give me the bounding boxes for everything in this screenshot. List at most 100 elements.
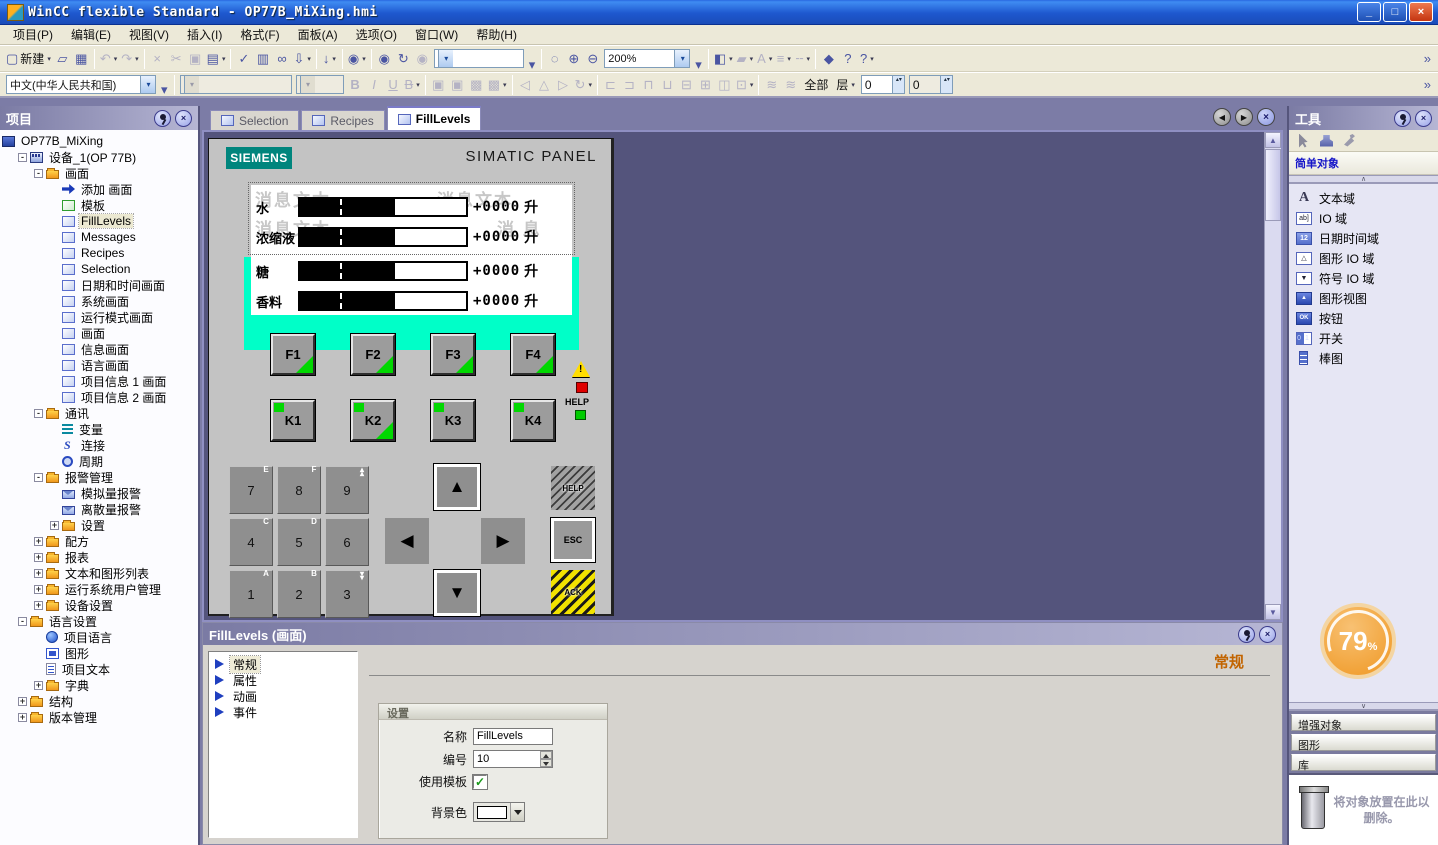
find-prev-button[interactable]: ◉ [413,48,432,69]
toolbar-button[interactable] [371,49,372,69]
tree-item-system-screen[interactable]: 系统画面 [0,293,198,309]
cut-button[interactable]: ✂ [167,48,186,69]
section-enhanced-objects[interactable]: 增强对象 [1291,714,1436,731]
chevron-down-icon[interactable] [510,803,524,821]
tree-expander-icon[interactable]: + [34,681,43,690]
help-button[interactable]: ? [838,48,857,69]
find-button[interactable]: ◉▾ [346,48,368,69]
tree-item-recipes-folder[interactable]: + 配方 [0,533,198,549]
start-runtime-button[interactable]: ▥ [253,48,272,69]
toolbar-button[interactable] [144,49,145,69]
tree-item-recipes[interactable]: Recipes [0,245,198,261]
toolbar-button[interactable] [230,49,231,69]
save-button[interactable]: ▦ [72,48,91,69]
close-icon[interactable]: × [1415,110,1432,127]
flip-vertical-button[interactable]: △ [535,74,554,95]
tool-graphic-view[interactable]: ▲ 图形视图 [1289,288,1438,308]
align-right-button[interactable]: ⊐ [620,74,639,95]
tool-bar-graph[interactable]: 棒图 [1289,348,1438,368]
toolbar-button[interactable]: ▾ [158,83,171,96]
language-combo[interactable]: 中文(中华人民共和国)▾ [6,75,156,94]
toolbar-button[interactable]: ▾ [526,58,539,71]
toolbar-button[interactable] [174,75,175,95]
paste-button[interactable]: ▤▾ [205,48,228,69]
ungroup-button[interactable]: ▣ [448,74,467,95]
transfer-button[interactable]: ⇩▾ [291,48,312,69]
tree-item-runtime-user-admin[interactable]: + 运行系统用户管理 [0,581,198,597]
close-icon[interactable]: × [1259,626,1276,643]
toolbar-button[interactable] [316,49,317,69]
italic-button[interactable]: I [365,74,384,95]
tree-item-alarm-settings[interactable]: + 设置 [0,517,198,533]
tree-item-text-graphic-lists[interactable]: + 文本和图形列表 [0,565,198,581]
layer-down-button[interactable]: ≋ [781,74,800,95]
tool-datetime-field[interactable]: 12 日期时间域 [1289,228,1438,248]
underline-button[interactable]: U [384,74,403,95]
tree-item-datetime-screen[interactable]: 日期和时间画面 [0,277,198,293]
toolbar-button[interactable] [758,75,759,95]
same-size-button[interactable]: ⊡▾ [734,74,755,95]
section-library[interactable]: 库 [1291,754,1436,771]
toolbar-button[interactable] [815,49,816,69]
layer-up-button[interactable]: ≋ [762,74,781,95]
screen-editor[interactable]: SIEMENS SIMATIC PANEL 消息文本消息文本消息文本消 息 水 … [202,130,1283,622]
tree-expander-icon[interactable]: - [34,169,43,178]
toolbar-button[interactable] [541,49,542,69]
screen-name-input[interactable]: FillLevels [473,728,553,745]
whats-this-button[interactable]: ?▾ [857,48,876,69]
toolbar-overflow-button[interactable]: » [1424,52,1434,65]
tree-item-template[interactable]: 模板 [0,197,198,213]
new-button[interactable]: ▢新建▾ [4,48,53,69]
toolbar-button[interactable] [94,49,95,69]
replace-button[interactable]: ↻ [394,48,413,69]
tree-item-device[interactable]: - 设备_1(OP 77B) [0,149,198,165]
fill-color-button[interactable]: ◧▾ [712,48,735,69]
tool-switch[interactable]: 01 开关 [1289,328,1438,348]
strike-button[interactable]: B▾ [403,74,422,95]
center-horizontal-button[interactable]: ⊟ [677,74,696,95]
font-size-combo[interactable]: ▾ [296,75,344,94]
tree-item-project-root[interactable]: OP77B_MiXing [0,133,198,149]
pin-icon[interactable] [154,110,171,127]
forward-button[interactable]: ▶ [1235,108,1253,126]
line-style-button[interactable]: ╌▾ [793,48,812,69]
layer-label[interactable]: 层▾ [832,76,859,93]
tree-expander-icon[interactable]: + [34,601,43,610]
font-family-combo[interactable]: ▾ [180,75,292,94]
tree-item-screen[interactable]: 画面 [0,325,198,341]
section-graphics[interactable]: 图形 [1291,734,1436,751]
flip-horizontal-button[interactable]: ◁ [516,74,535,95]
tree-item-project-texts[interactable]: 项目文本 [0,661,198,677]
tool-text-field[interactable]: A 文本域 [1289,188,1438,208]
quick-find-combo[interactable]: ▾ [434,49,524,68]
tree-item-projectinfo2-screen[interactable]: 项目信息 2 画面 [0,389,198,405]
tree-item-language-screen[interactable]: 语言画面 [0,357,198,373]
toolbar-button[interactable] [708,49,709,69]
tree-item-communication[interactable]: - 通讯 [0,405,198,421]
use-template-checkbox[interactable]: ✓ [473,775,487,789]
check-consistency-button[interactable]: ✓ [234,48,253,69]
tool-symbolic-io-field[interactable]: ▼ 符号 IO 域 [1289,268,1438,288]
tree-item-language-settings[interactable]: - 语言设置 [0,613,198,629]
tree-item-add-screen[interactable]: 添加 画面 [0,181,198,197]
tree-item-filllevels[interactable]: FillLevels [0,213,198,229]
tree-expander-icon[interactable]: + [34,585,43,594]
tool-graphic-io-field[interactable]: △ 图形 IO 域 [1289,248,1438,268]
properties-nav-events[interactable]: 事件 [211,704,355,720]
cursor-icon[interactable] [1299,134,1310,148]
pin-icon[interactable] [1238,626,1255,643]
tree-item-projectinfo1-screen[interactable]: 项目信息 1 画面 [0,373,198,389]
menu-item[interactable]: 窗口(W) [406,24,467,45]
tree-item-analog-alarms[interactable]: 模拟量报警 [0,485,198,501]
tree-expander-icon[interactable]: - [34,473,43,482]
tool-button[interactable]: OK 按钮 [1289,308,1438,328]
tree-expander-icon[interactable]: + [18,697,27,706]
toolbar-button[interactable] [425,75,426,95]
tool-io-field[interactable]: ab] IO 域 [1289,208,1438,228]
zoom-level-combo[interactable]: 200%▾ [604,49,690,68]
toolbar-button[interactable] [512,75,513,95]
find-next-button[interactable]: ◉ [375,48,394,69]
menu-item[interactable]: 选项(O) [347,24,406,45]
pin-icon[interactable] [1394,110,1411,127]
stamp-icon[interactable] [1320,135,1333,147]
